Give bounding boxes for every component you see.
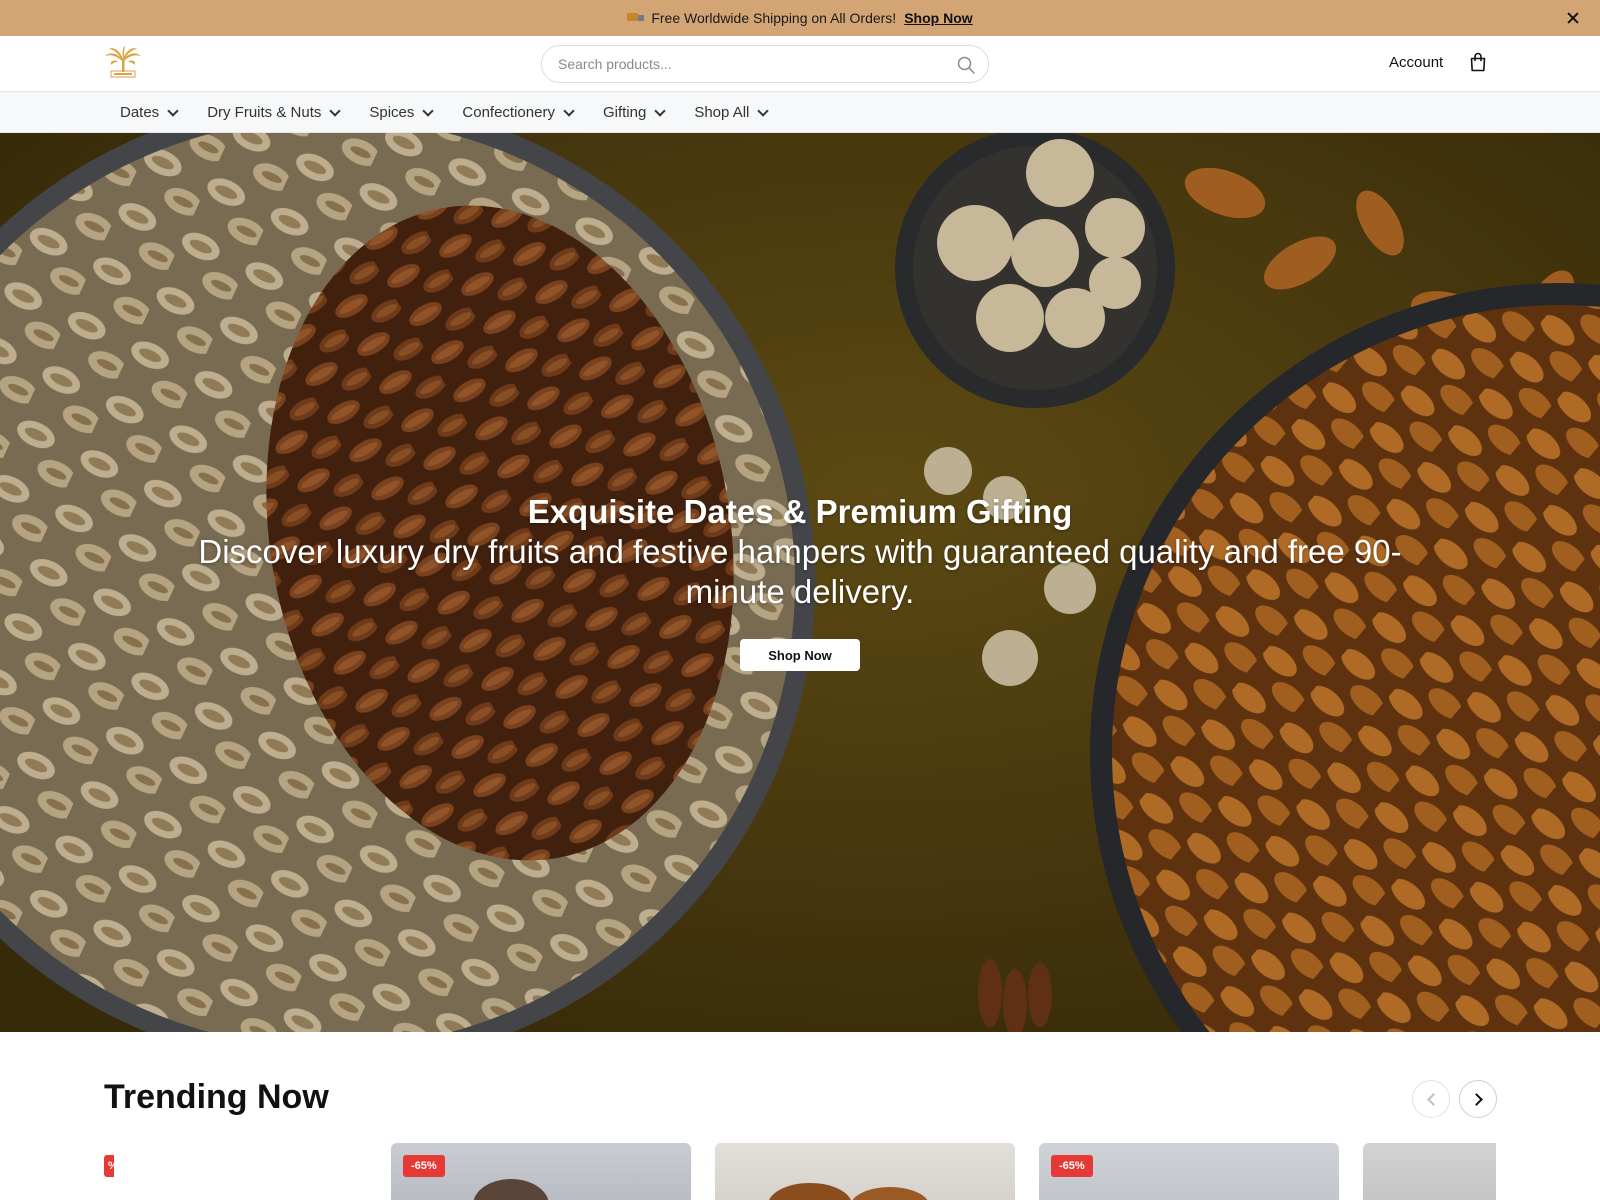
chevron-down-icon	[422, 104, 435, 117]
hero-subtitle: Discover luxury dry fruits and festive h…	[198, 533, 1402, 610]
product-card[interactable]: -65%	[391, 1143, 691, 1200]
nav-item-gifting[interactable]: Gifting	[602, 104, 666, 121]
chevron-down-icon	[654, 104, 666, 117]
nav-item-dry-fruits-nuts[interactable]: Dry Fruits & Nuts	[207, 104, 342, 121]
search-bar	[541, 45, 989, 83]
nav-item-label: Gifting	[602, 104, 647, 121]
nav-item-confectionery[interactable]: Confectionery	[462, 104, 575, 121]
chevron-down-icon	[167, 104, 179, 117]
site-header: Account	[0, 36, 1600, 92]
section-heading: Trending Now	[104, 1078, 329, 1116]
main-nav: Dates Dry Fruits & Nuts Spices Confectio…	[0, 92, 1600, 133]
announcement-bar: Free Worldwide Shipping on All Orders! S…	[0, 0, 1600, 36]
carousel-next-button[interactable]	[1459, 1080, 1497, 1118]
discount-badge: %	[104, 1155, 114, 1177]
product-card[interactable]: -65%	[1039, 1143, 1339, 1200]
chevron-down-icon	[329, 104, 342, 117]
nav-item-spices[interactable]: Spices	[369, 104, 435, 121]
hero-banner: Exquisite Dates & Premium Gifting Discov…	[0, 133, 1600, 1032]
product-card[interactable]	[715, 1143, 1015, 1200]
product-carousel: % -65% -65%	[104, 1143, 1496, 1200]
nav-item-dates[interactable]: Dates	[120, 104, 179, 121]
palm-tree-logo[interactable]	[103, 46, 143, 80]
product-card[interactable]	[1363, 1143, 1496, 1200]
nav-item-label: Shop All	[694, 104, 750, 121]
discount-badge: -65%	[403, 1155, 445, 1177]
discount-badge: -65%	[1051, 1155, 1093, 1177]
nav-item-shop-all[interactable]: Shop All	[694, 104, 770, 121]
search-input[interactable]	[558, 46, 938, 82]
announcement-message: Free Worldwide Shipping on All Orders!	[651, 10, 897, 26]
nav-item-label: Confectionery	[462, 104, 555, 121]
chevron-left-icon	[1427, 1093, 1440, 1106]
nav-item-label: Spices	[369, 104, 415, 121]
truck-icon	[627, 12, 645, 24]
nav-item-label: Dates	[120, 104, 160, 121]
hero-shop-now-button[interactable]: Shop Now	[740, 639, 860, 671]
trending-section: Trending Now % -65% -65%	[0, 1032, 1600, 1200]
account-link[interactable]: Account	[1389, 54, 1443, 71]
hero-title: Exquisite Dates & Premium Gifting	[527, 493, 1073, 530]
close-icon[interactable]	[1564, 9, 1582, 27]
chevron-down-icon	[757, 104, 770, 117]
chevron-right-icon	[1470, 1093, 1483, 1106]
nav-item-label: Dry Fruits & Nuts	[207, 104, 322, 121]
chevron-down-icon	[563, 104, 575, 117]
product-card[interactable]: %	[104, 1143, 114, 1200]
carousel-prev-button[interactable]	[1412, 1080, 1450, 1118]
shopping-bag-icon[interactable]	[1469, 52, 1487, 72]
search-icon[interactable]	[956, 55, 976, 75]
announcement-shop-now-link[interactable]: Shop Now	[904, 10, 972, 26]
product-image	[769, 1183, 928, 1200]
